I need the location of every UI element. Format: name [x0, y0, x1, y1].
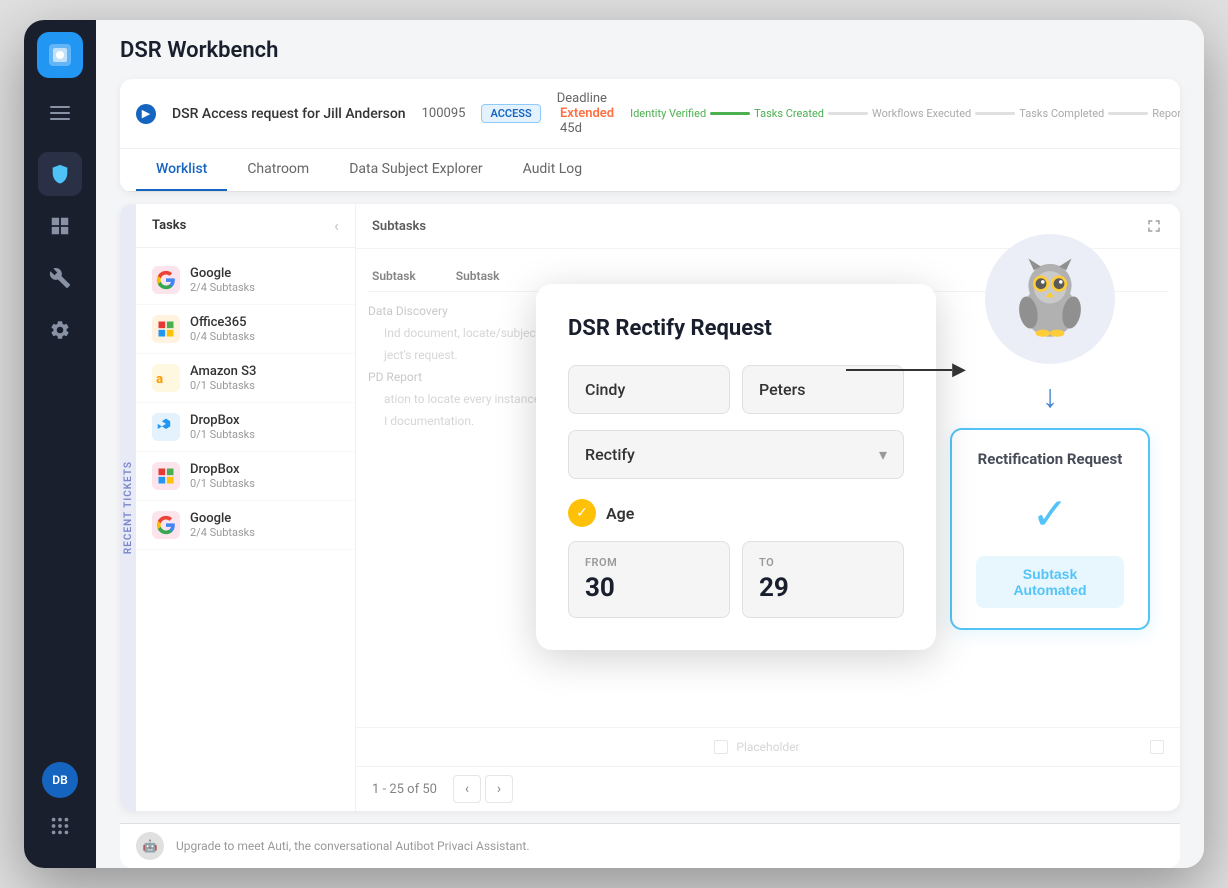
- dropbox-icon-2: [152, 462, 180, 490]
- apps-icon[interactable]: [42, 808, 78, 844]
- main-content: DSR Workbench ▶ DSR Access request for J…: [96, 20, 1204, 868]
- tab-audit-log[interactable]: Audit Log: [503, 149, 603, 191]
- task-item-office365[interactable]: Office365 0/4 Subtasks: [136, 305, 355, 354]
- wrench-icon: [49, 267, 71, 289]
- tab-chatroom[interactable]: Chatroom: [227, 149, 329, 191]
- modal-title: DSR Rectify Request: [568, 316, 904, 341]
- sidebar-item-shield[interactable]: [38, 152, 82, 196]
- sidebar-item-grid[interactable]: [38, 204, 82, 248]
- bottom-bar-text: Upgrade to meet Auti, the conversational…: [176, 839, 530, 853]
- svg-text:a: a: [156, 372, 163, 387]
- sidebar-nav: [38, 152, 82, 762]
- content-area: RECENT TICKETS Tasks ‹ Google: [120, 204, 1180, 811]
- tasks-panel-header: Tasks ‹: [136, 204, 355, 248]
- task-info-google-2: Google 2/4 Subtasks: [190, 511, 339, 539]
- gear-icon: [49, 319, 71, 341]
- logo-icon: [46, 41, 74, 69]
- task-item-google-2[interactable]: Google 2/4 Subtasks: [136, 501, 355, 550]
- tab-worklist[interactable]: Worklist: [136, 149, 227, 191]
- to-input[interactable]: To 29: [742, 541, 904, 618]
- step-tasks-created: Tasks Created: [754, 107, 824, 120]
- office-icon: [152, 315, 180, 343]
- recent-tickets-strip[interactable]: RECENT TICKETS: [120, 204, 136, 811]
- task-item-dropbox-1[interactable]: DropBox 0/1 Subtasks: [136, 403, 355, 452]
- to-label: To: [759, 556, 887, 569]
- back-arrow[interactable]: ‹: [334, 216, 339, 235]
- sidebar: DB: [24, 20, 96, 868]
- ticket-title: DSR Access request for Jill Anderson: [172, 106, 406, 122]
- tasks-list: Google 2/4 Subtasks Office365 0/4 Subtas…: [136, 248, 355, 558]
- arrow-head: ▶: [952, 359, 966, 380]
- chevron-down-icon: ▾: [879, 445, 887, 464]
- to-value: 29: [759, 573, 887, 603]
- step-connector-2: [828, 112, 868, 115]
- tasks-panel: Tasks ‹ Google 2/4 Subtasks: [136, 204, 356, 811]
- progress-steps: Identity Verified Tasks Created Workflow…: [630, 107, 1180, 120]
- age-label: Age: [606, 504, 634, 523]
- grid-icon: [49, 215, 71, 237]
- step-connector-4: [1108, 112, 1148, 115]
- recent-tickets-label: RECENT TICKETS: [123, 461, 134, 554]
- task-info-office: Office365 0/4 Subtasks: [190, 315, 339, 343]
- task-info-dropbox-1: DropBox 0/1 Subtasks: [190, 413, 339, 441]
- dropbox-icon-1: [152, 413, 180, 441]
- dsr-modal: DSR Rectify Request Cindy Peters Rectify…: [536, 284, 936, 650]
- step-connector-1: [710, 112, 750, 115]
- page-title: DSR Workbench: [120, 38, 1180, 63]
- request-type-value: Rectify: [585, 445, 635, 464]
- sidebar-bottom: DB: [42, 762, 78, 856]
- arrow-line: [846, 369, 952, 371]
- app-logo[interactable]: [37, 32, 83, 78]
- request-type-select[interactable]: Rectify ▾: [568, 430, 904, 479]
- sidebar-item-wrench[interactable]: [38, 256, 82, 300]
- step-workflows: Workflows Executed: [872, 107, 971, 120]
- task-item-dropbox-2[interactable]: DropBox 0/1 Subtasks: [136, 452, 355, 501]
- bottom-bar: 🤖 Upgrade to meet Auti, the conversation…: [120, 823, 1180, 868]
- menu-toggle[interactable]: [42, 98, 78, 128]
- user-avatar[interactable]: DB: [42, 762, 78, 798]
- step-identity: Identity Verified: [630, 107, 706, 120]
- toggle-arrow[interactable]: ▶: [136, 104, 156, 124]
- task-info-google-1: Google 2/4 Subtasks: [190, 266, 339, 294]
- task-item-google-1[interactable]: Google 2/4 Subtasks: [136, 256, 355, 305]
- step-report-sent: Report Sent: [1152, 107, 1180, 120]
- modal-backdrop: ▶ DSR Rectify Request Cindy Peters Recti…: [356, 204, 1180, 811]
- access-badge: ACCESS: [481, 104, 540, 123]
- task-info-dropbox-2: DropBox 0/1 Subtasks: [190, 462, 339, 490]
- amazon-icon: a: [152, 364, 180, 392]
- deadline-label: Deadline Extended 45d: [557, 91, 614, 136]
- step-connector-3: [975, 112, 1015, 115]
- from-value: 30: [585, 573, 713, 603]
- ticket-header: ▶ DSR Access request for Jill Anderson 1…: [120, 79, 1180, 149]
- ticket-panel: ▶ DSR Access request for Jill Anderson 1…: [120, 79, 1180, 192]
- connect-arrow-container: ▶: [846, 359, 966, 380]
- age-label-row: ✓ Age: [568, 499, 904, 527]
- tab-data-subject[interactable]: Data Subject Explorer: [329, 149, 502, 191]
- task-info-amazon: Amazon S3 0/1 Subtasks: [190, 364, 339, 392]
- shield-icon: [49, 163, 71, 185]
- ticket-id: 100095: [422, 106, 466, 121]
- tab-bar: Worklist Chatroom Data Subject Explorer …: [120, 149, 1180, 192]
- from-input[interactable]: FROM 30: [568, 541, 730, 618]
- task-item-amazon[interactable]: a Amazon S3 0/1 Subtasks: [136, 354, 355, 403]
- first-name-field[interactable]: Cindy: [568, 365, 730, 414]
- google-icon-2: [152, 511, 180, 539]
- step-tasks-completed: Tasks Completed: [1019, 107, 1104, 120]
- subtasks-panel: Subtasks Subtask Subtask Data Discovery …: [356, 204, 1180, 811]
- from-label: FROM: [585, 556, 713, 569]
- sidebar-item-settings[interactable]: [38, 308, 82, 352]
- age-section: ✓ Age FROM 30 To 29: [568, 499, 904, 618]
- age-check-icon: ✓: [568, 499, 596, 527]
- age-inputs: FROM 30 To 29: [568, 541, 904, 618]
- page-header: DSR Workbench: [96, 20, 1204, 79]
- auti-avatar: 🤖: [136, 832, 164, 860]
- google-icon-1: [152, 266, 180, 294]
